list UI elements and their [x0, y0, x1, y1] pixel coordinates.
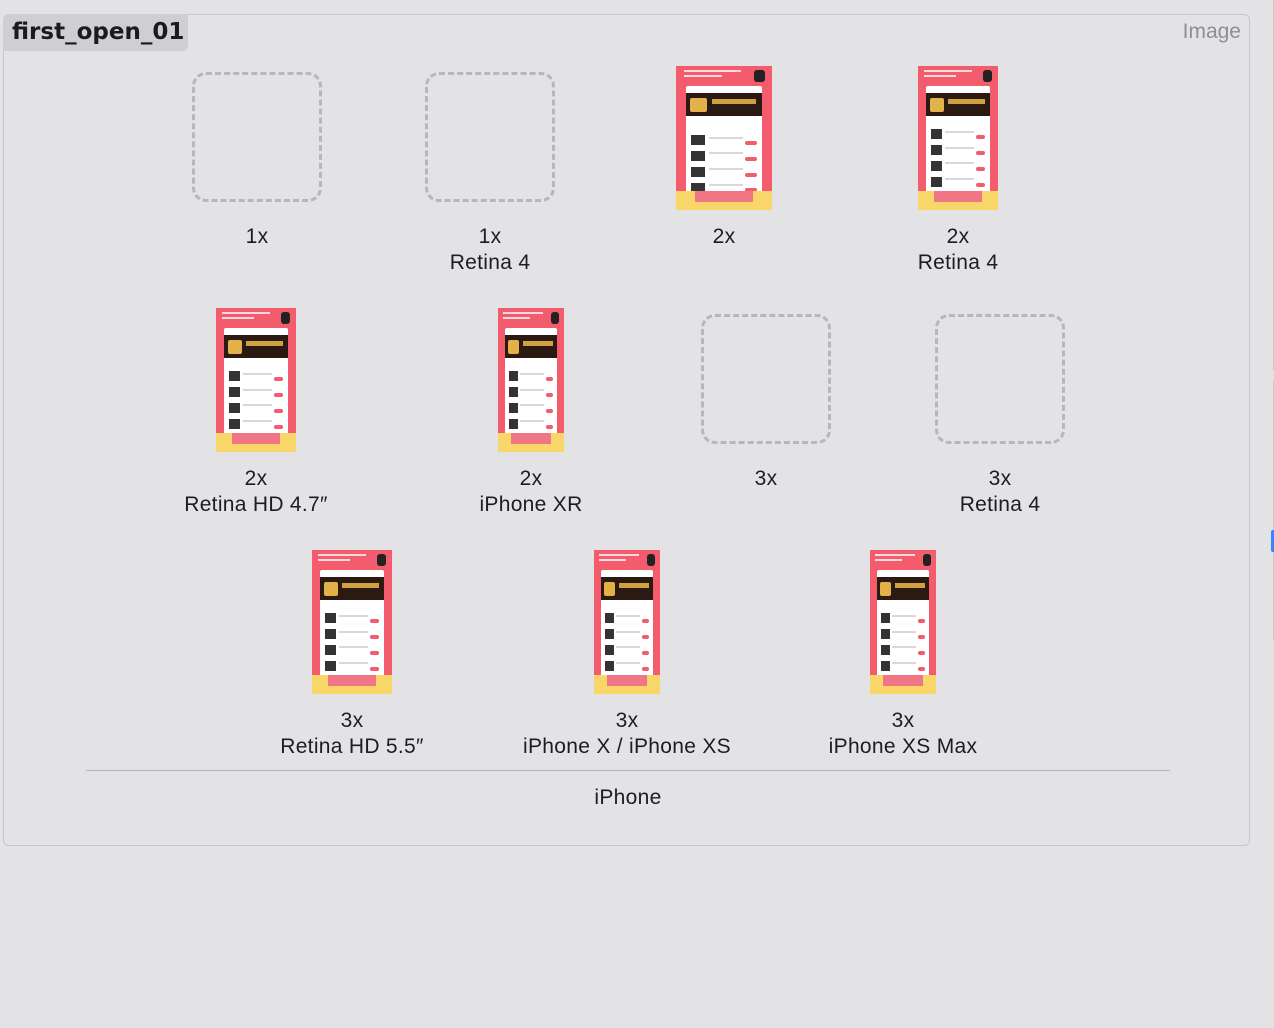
- image-well-empty[interactable]: [370, 66, 610, 216]
- slot-label: 3x Retina 4: [959, 467, 1041, 516]
- image-well-filled[interactable]: [507, 550, 747, 700]
- image-well-empty[interactable]: [646, 308, 886, 458]
- slot-label: 3x Retina HD 5.5″: [280, 709, 424, 758]
- image-well-empty[interactable]: [880, 308, 1120, 458]
- empty-placeholder: [701, 314, 831, 444]
- slot-label: 2x Retina HD 4.7″: [184, 467, 328, 516]
- slot-2x-retina-hd-4-7[interactable]: 2x Retina HD 4.7″: [136, 308, 376, 518]
- empty-placeholder: [935, 314, 1065, 444]
- image-thumbnail: [870, 550, 936, 694]
- empty-placeholder: [425, 72, 555, 202]
- slot-label: 3x: [754, 467, 778, 490]
- slot-3x-retina-hd-5-5[interactable]: 3x Retina HD 5.5″: [232, 550, 472, 760]
- device-group-divider: [86, 770, 1170, 771]
- image-thumbnail: [312, 550, 392, 694]
- slot-2x[interactable]: 2x: [604, 66, 844, 276]
- image-well-filled[interactable]: [411, 308, 651, 458]
- image-well-filled[interactable]: [136, 308, 376, 458]
- image-thumbnail: [216, 308, 296, 452]
- image-well-filled[interactable]: [232, 550, 472, 700]
- slot-label: 3x iPhone X / iPhone XS: [523, 709, 731, 758]
- slot-label: 2x Retina 4: [917, 225, 999, 274]
- slot-3x-iphone-xs-max[interactable]: 3x iPhone XS Max: [783, 550, 1023, 760]
- slot-label: 1x Retina 4: [449, 225, 531, 274]
- slot-label: 3x iPhone XS Max: [828, 709, 978, 758]
- image-thumbnail: [498, 308, 564, 452]
- image-set-name[interactable]: first_open_01: [3, 14, 188, 51]
- image-set-type-label: Image: [1182, 20, 1241, 43]
- image-thumbnail: [918, 66, 998, 210]
- slot-label: 2x: [712, 225, 736, 248]
- image-thumbnail: [594, 550, 660, 694]
- image-well-empty[interactable]: [137, 66, 377, 216]
- slot-2x-iphone-xr[interactable]: 2x iPhone XR: [411, 308, 651, 518]
- slot-label: 1x: [245, 225, 269, 248]
- image-well-filled[interactable]: [604, 66, 844, 216]
- slot-1x-retina-4[interactable]: 1x Retina 4: [370, 66, 610, 276]
- slot-2x-retina-4[interactable]: 2x Retina 4: [838, 66, 1078, 276]
- image-well-filled[interactable]: [838, 66, 1078, 216]
- slot-3x[interactable]: 3x: [646, 308, 886, 518]
- empty-placeholder: [192, 72, 322, 202]
- slot-1x[interactable]: 1x: [137, 66, 377, 276]
- device-group-label: iPhone: [594, 786, 662, 809]
- slot-label: 2x iPhone XR: [479, 467, 583, 516]
- image-well-filled[interactable]: [783, 550, 1023, 700]
- slot-3x-iphone-x-xs[interactable]: 3x iPhone X / iPhone XS: [507, 550, 747, 760]
- image-thumbnail: [676, 66, 772, 210]
- slot-3x-retina-4[interactable]: 3x Retina 4: [880, 308, 1120, 518]
